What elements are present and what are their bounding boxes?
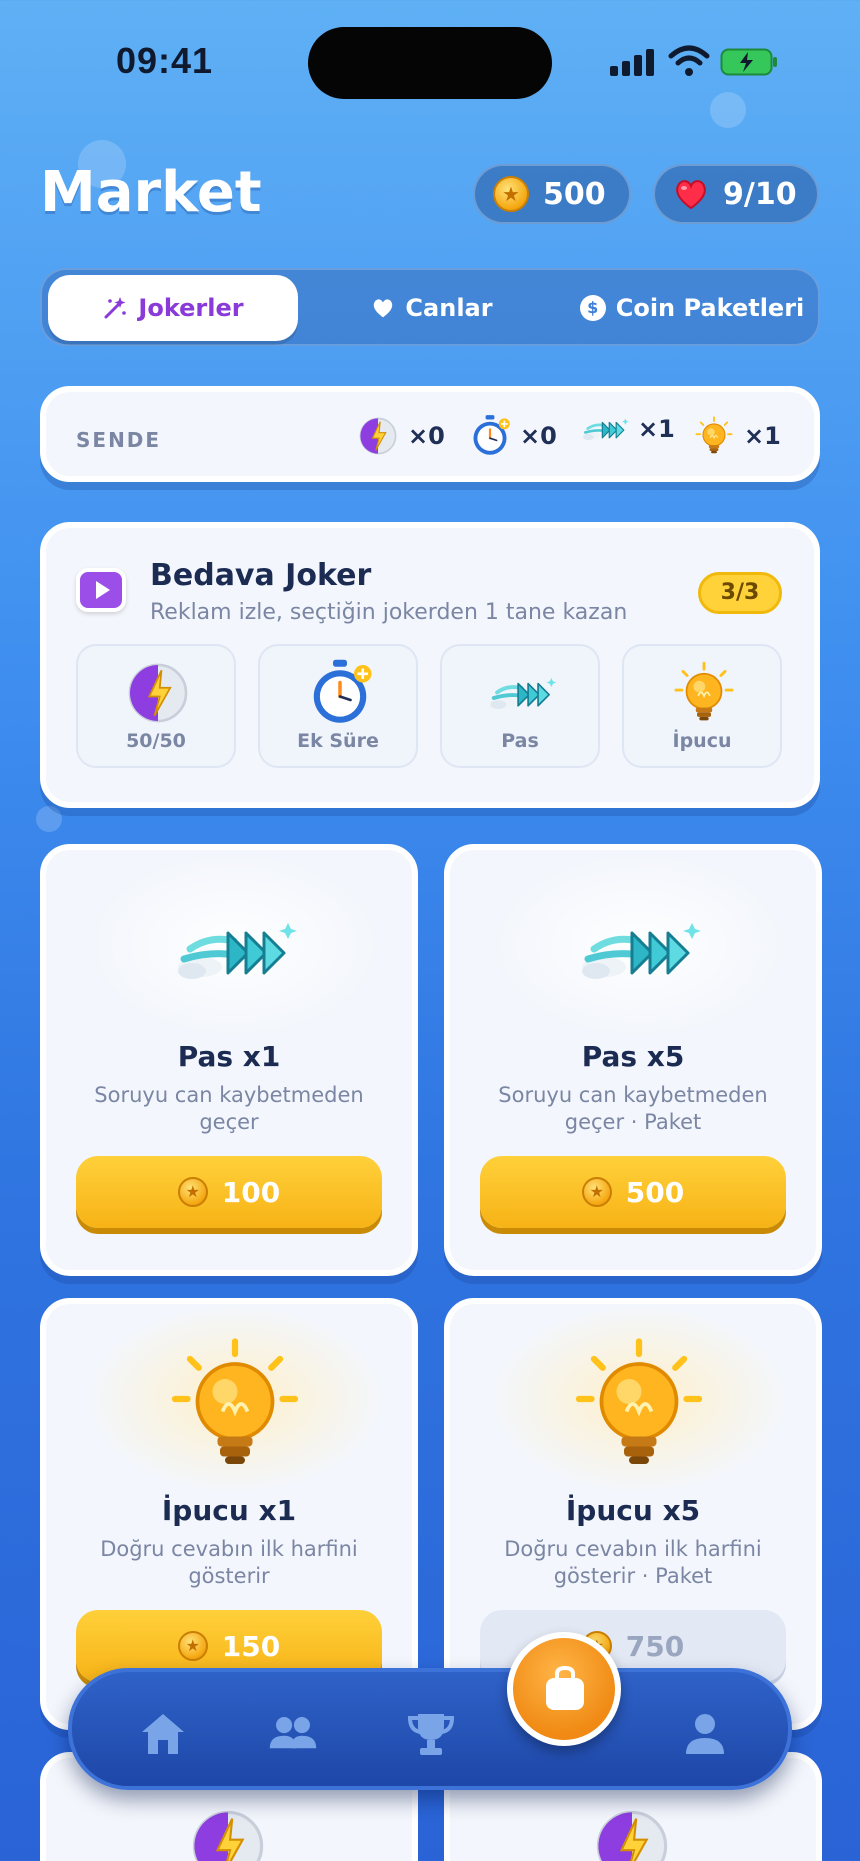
home-icon[interactable] xyxy=(138,1710,188,1758)
coin-icon xyxy=(177,1177,208,1207)
lives-counter[interactable]: 9/10 xyxy=(653,164,819,224)
free-joker-remaining-badge: 3/3 xyxy=(698,572,782,614)
inventory-card: SENDE ×0 ×0 ×1 ×1 xyxy=(40,386,820,482)
inventory-item-stopwatch: ×0 xyxy=(468,414,557,458)
fifty-fifty-icon xyxy=(596,1810,668,1861)
product-card-pas-x5: Pas x5 Soruyu can kaybetmeden geçer · Pa… xyxy=(444,844,822,1276)
free-joker-card: Bedava Joker Reklam izle, seçtiğin joker… xyxy=(40,522,820,808)
product-card-ipucu-x1: İpucu x1 Doğru cevabın ilk harfini göste… xyxy=(40,1298,418,1730)
product-name: Pas x1 xyxy=(177,1040,281,1073)
dollar-coin-icon: $ xyxy=(579,295,606,321)
product-price: 500 xyxy=(625,1175,685,1209)
tab-jokerler[interactable]: Jokerler xyxy=(48,275,298,341)
skip-arrows-icon xyxy=(581,417,630,442)
bottom-nav xyxy=(68,1668,792,1790)
stopwatch-icon xyxy=(472,414,511,456)
skip-arrows-icon xyxy=(135,870,335,1030)
free-joker-subtitle: Reklam izle, seçtiğin jokerden 1 tane ka… xyxy=(150,600,628,625)
battery-charging-icon xyxy=(720,48,777,76)
tab-canlar[interactable]: Canlar xyxy=(332,275,532,341)
coin-icon xyxy=(581,1177,612,1207)
background-bubble xyxy=(36,806,62,832)
inventory-count: ×0 xyxy=(408,422,445,450)
option-label: Pas xyxy=(501,730,539,752)
status-bar: 09:41 xyxy=(0,0,860,110)
product-description: Doğru cevabın ilk harfini gösterir · Pak… xyxy=(504,1537,762,1588)
option-label: İpucu xyxy=(672,730,732,752)
free-joker-title: Bedava Joker xyxy=(150,558,372,593)
trophy-icon[interactable] xyxy=(406,1710,456,1758)
magic-wand-icon xyxy=(104,297,127,319)
option-label: 50/50 xyxy=(126,730,186,752)
option-label: Ek Süre xyxy=(297,730,379,752)
fifty-fifty-icon xyxy=(128,663,188,723)
inventory-count: ×0 xyxy=(520,422,557,450)
inventory-label: SENDE xyxy=(76,428,162,452)
dynamic-island xyxy=(308,27,552,99)
market-nav-button[interactable] xyxy=(507,1632,621,1746)
inventory-item-skip: ×1 xyxy=(580,414,675,444)
product-price: 150 xyxy=(221,1629,281,1663)
product-price: 100 xyxy=(221,1175,281,1209)
inventory-count: ×1 xyxy=(638,415,675,443)
market-tabs: Jokerler Canlar $ Coin Paketleri xyxy=(40,268,820,346)
tab-coin-paketleri-label: Coin Paketleri xyxy=(615,294,805,322)
free-joker-option-stopwatch[interactable]: Ek Süre xyxy=(258,644,418,768)
free-joker-option-fifty-fifty[interactable]: 50/50 xyxy=(76,644,236,768)
fifty-fifty-icon xyxy=(192,1810,264,1861)
wifi-icon xyxy=(668,45,710,76)
product-card-ipucu-x5: İpucu x5 Doğru cevabın ilk harfini göste… xyxy=(444,1298,822,1730)
inventory-item-hint: ×1 xyxy=(692,414,781,458)
fifty-fifty-icon xyxy=(359,417,397,455)
coin-balance[interactable]: 500 xyxy=(473,164,631,224)
product-name: İpucu x1 xyxy=(161,1494,297,1527)
product-description: Soruyu can kaybetmeden geçer · Paket xyxy=(498,1083,768,1134)
lightbulb-icon xyxy=(674,661,734,722)
tab-canlar-label: Canlar xyxy=(405,294,493,322)
product-description: Soruyu can kaybetmeden geçer xyxy=(94,1083,364,1134)
stopwatch-icon xyxy=(312,658,374,725)
lives-value: 9/10 xyxy=(723,176,797,212)
page-title: Market xyxy=(40,160,262,225)
product-name: İpucu x5 xyxy=(565,1494,701,1527)
buy-button[interactable]: 100 xyxy=(76,1156,382,1228)
coin-balance-value: 500 xyxy=(543,176,606,212)
buy-button[interactable]: 500 xyxy=(480,1156,786,1228)
product-card-pas-x1: Pas x1 Soruyu can kaybetmeden geçer 100 xyxy=(40,844,418,1276)
product-price: 750 xyxy=(625,1629,685,1663)
heart-icon xyxy=(374,299,393,318)
status-time: 09:41 xyxy=(116,40,214,81)
skip-arrows-icon xyxy=(539,870,739,1030)
shopping-bag-icon xyxy=(546,1666,584,1710)
tab-jokerler-label: Jokerler xyxy=(138,294,244,322)
product-description: Doğru cevabın ilk harfini gösterir xyxy=(100,1537,358,1588)
lightbulb-icon xyxy=(695,416,733,455)
video-play-icon xyxy=(76,568,126,612)
people-icon[interactable] xyxy=(268,1710,318,1758)
person-icon[interactable] xyxy=(680,1710,730,1758)
free-joker-option-hint[interactable]: İpucu xyxy=(622,644,782,768)
coin-icon xyxy=(493,176,529,212)
lightbulb-icon xyxy=(539,1324,739,1484)
coin-icon xyxy=(177,1631,208,1661)
free-joker-option-skip[interactable]: Pas xyxy=(440,644,600,768)
cellular-signal-icon xyxy=(610,48,656,76)
tab-coin-paketleri[interactable]: $ Coin Paketleri xyxy=(572,275,812,341)
product-name: Pas x5 xyxy=(581,1040,685,1073)
inventory-count: ×1 xyxy=(744,422,781,450)
skip-arrows-icon xyxy=(488,676,558,711)
inventory-item-fifty-fifty: ×0 xyxy=(356,414,445,458)
lightbulb-icon xyxy=(135,1324,335,1484)
heart-icon xyxy=(676,180,706,210)
